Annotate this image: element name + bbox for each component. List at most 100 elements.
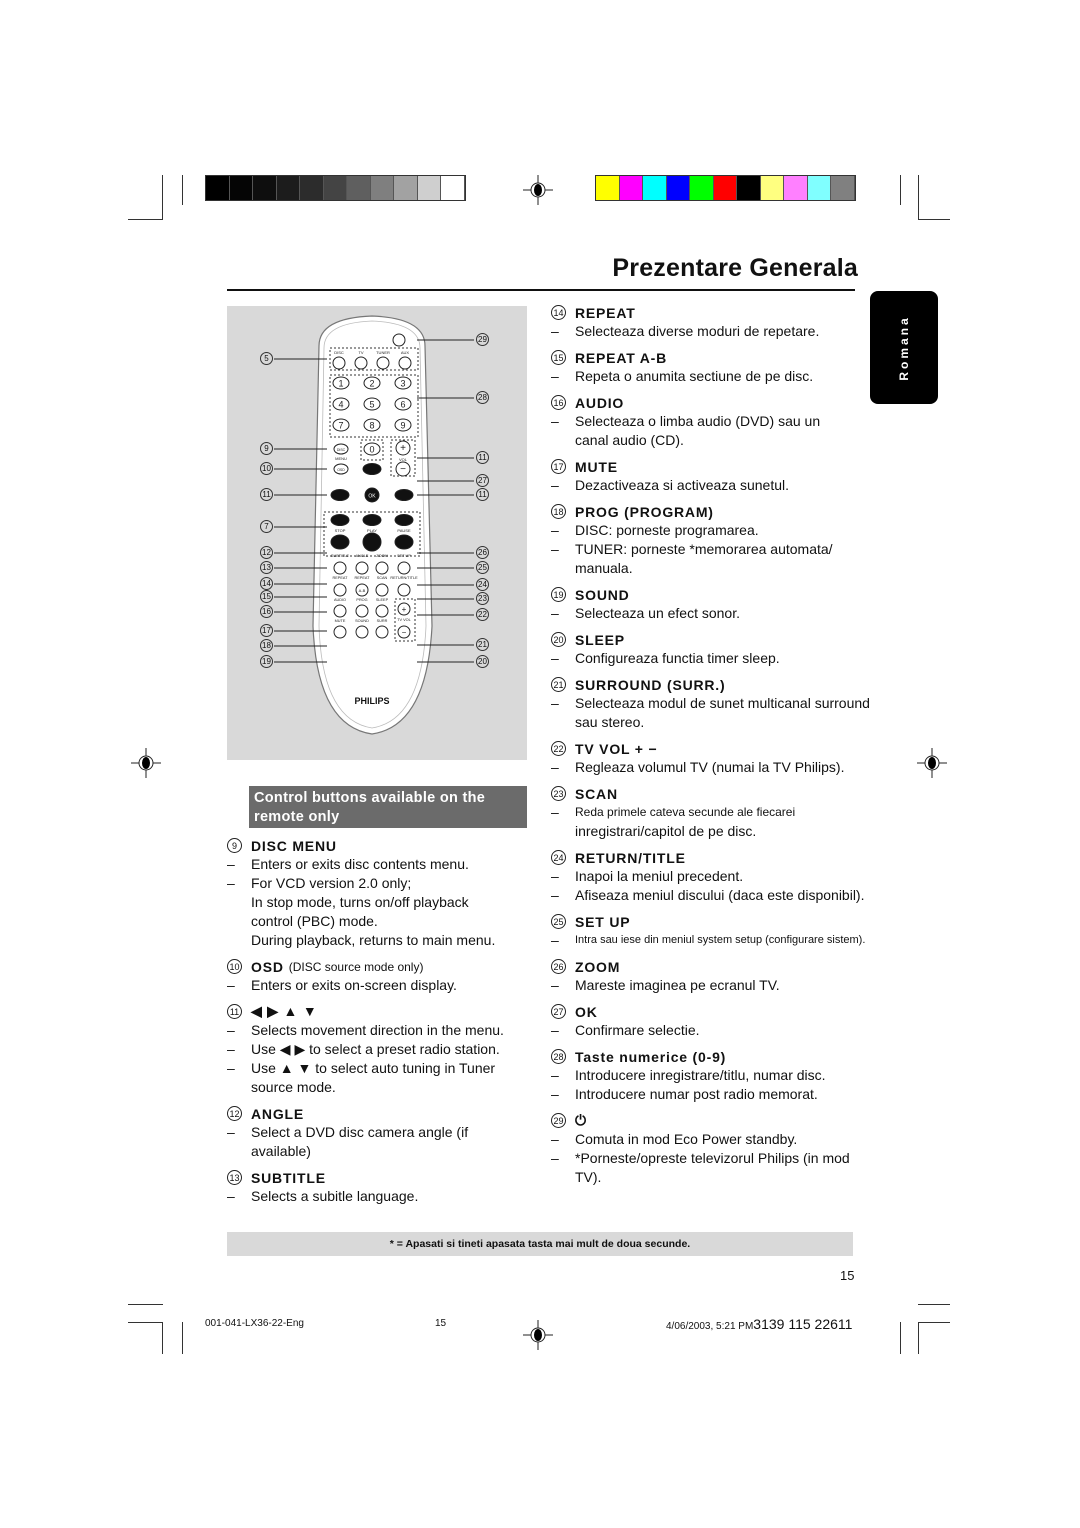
color-swatch: [760, 176, 784, 200]
source-label: TV: [358, 350, 363, 355]
source-label: DISC: [334, 350, 344, 355]
callout-number: 9: [260, 442, 273, 455]
crop-mark: [128, 1304, 163, 1305]
bullet-line: – Enters or exits on-screen display.: [227, 976, 527, 995]
bullet-text: Comuta in mod Eco Power standby.: [575, 1131, 798, 1147]
item-number-badge: 19: [551, 587, 566, 602]
function-button: [355, 561, 369, 575]
bullet-line: – For VCD version 2.0 only;: [227, 874, 527, 893]
bullet-line: – Introducere numar post radio memorat.: [551, 1085, 911, 1104]
crop-mark: [918, 175, 919, 220]
bullet-text: Use ◀ ▶ to select a preset radio station…: [251, 1041, 500, 1057]
callout-number: 21: [476, 638, 489, 651]
transport-label: PAUSE: [397, 528, 411, 533]
vol-label: VOL: [399, 457, 408, 462]
digit-label: 4: [338, 400, 343, 410]
description-item: 18 PROG (PROGRAM) – DISC: porneste programa…: [551, 502, 911, 578]
function-button: [375, 604, 389, 618]
item-number-badge: 20: [551, 632, 566, 647]
source-button: [398, 356, 412, 370]
color-swatch: [596, 176, 620, 200]
digit-label: 7: [338, 421, 343, 431]
bullet-text: Reda primele cateva secunde ale fiecarei: [575, 805, 796, 819]
item-number-badge: 9: [227, 838, 242, 853]
item-title: REPEAT: [575, 304, 636, 321]
bullet-line: – Confirmare selectie.: [551, 1021, 911, 1040]
dash-bullet: –: [551, 1150, 559, 1166]
bullet-line: – Enters or exits disc contents menu.: [227, 855, 527, 874]
description-item: 14 REPEAT – Selecteaza diverse moduri de re…: [551, 303, 911, 341]
minus-icon: −: [400, 464, 406, 475]
item-number-badge: 15: [551, 350, 566, 365]
prev-button: [330, 514, 350, 526]
color-swatch: [831, 176, 855, 200]
stop-button: [330, 534, 350, 550]
item-subtitle: (DISC source mode only): [288, 959, 424, 974]
button-label: SET UP: [397, 554, 411, 558]
bullet-line: – TUNER: porneste *memorarea automata/: [551, 540, 911, 559]
bullet-text: Selecteaza o limba audio (DVD) sau un: [575, 413, 821, 429]
dash-bullet: –: [227, 1060, 235, 1076]
item-title: SET UP: [575, 913, 631, 930]
callout-number: 18: [260, 639, 273, 652]
bullet-text: Intra sau iese din meniul system setup (…: [575, 934, 866, 946]
item-number-badge: 24: [551, 850, 566, 865]
item-title: SUBTITLE: [251, 1169, 326, 1186]
function-button: [375, 583, 389, 597]
description-item: 11 ◀ ▶ ▲ ▼ – Selects movement direction in …: [227, 1002, 527, 1097]
description-item: 16 AUDIO – Selecteaza o limba audio (DVD) s…: [551, 393, 911, 450]
callout-number: 5: [260, 352, 273, 365]
bullet-line: – Selecteaza un efect sonor.: [551, 604, 911, 623]
button-label: SCAN: [377, 576, 388, 580]
callout-number: 11: [260, 488, 273, 501]
item-heading: 11 ◀ ▶ ▲ ▼: [227, 1002, 527, 1021]
power-button-icon: [392, 333, 406, 347]
left-description-column: 9 DISC MENU – Enters or exits disc contents…: [227, 836, 527, 1213]
item-heading: 25 SET UP: [551, 912, 911, 931]
up-button: [362, 463, 382, 475]
callout-number: 11: [476, 488, 489, 501]
digit-label: 8: [369, 421, 374, 431]
button-label: MUTE: [335, 619, 346, 623]
tv-vol-label: TV VOL: [397, 618, 411, 622]
function-button: [375, 625, 389, 639]
description-item: 23 SCAN – Reda primele cateva secunde ale f…: [551, 784, 911, 841]
function-button: [397, 583, 411, 597]
bullet-text: Selects movement direction in the menu.: [251, 1022, 504, 1038]
bullet-line: – Comuta in mod Eco Power standby.: [551, 1130, 911, 1149]
right-button: [394, 489, 414, 501]
bullet-text: Introducere inregistrare/titlu, numar di…: [575, 1067, 826, 1083]
description-item: 22 TV VOL + − – Regleaza volumul TV (numai …: [551, 739, 911, 777]
callout-number: 25: [476, 561, 489, 574]
item-number-badge: 16: [551, 395, 566, 410]
continuation-line: TV).: [575, 1169, 602, 1185]
item-heading: 9 DISC MENU: [227, 836, 527, 855]
remote-only-callout: Control buttons available on the remote …: [249, 786, 527, 828]
description-item: 17 MUTE – Dezactiveaza si activeaza sunetul…: [551, 457, 911, 495]
bullet-line: – Use ▲ ▼ to select auto tuning in Tuner: [227, 1059, 527, 1078]
color-swatch: [276, 176, 300, 200]
bullet-text: Dezactiveaza si activeaza sunetul.: [575, 477, 789, 493]
bullet-text: Use ▲ ▼ to select auto tuning in Tuner: [251, 1060, 496, 1076]
crop-mark: [900, 175, 901, 205]
grayscale-calibration-bar: [205, 175, 466, 201]
footer-date-text: 4/06/2003, 5:21 PM: [666, 1321, 754, 1332]
callout-number: 23: [476, 592, 489, 605]
bullet-text: DISC: porneste programarea.: [575, 522, 759, 538]
bullet-line: – Regleaza volumul TV (numai la TV Philip…: [551, 758, 911, 777]
source-label: TUNER: [376, 350, 390, 355]
digit-label: 3: [400, 379, 405, 389]
dash-bullet: –: [551, 977, 559, 993]
dash-bullet: –: [227, 1124, 235, 1140]
bullet-text: Enters or exits disc contents menu.: [251, 856, 469, 872]
bullet-text: Selects a subitle language.: [251, 1188, 419, 1204]
bullet-text: Selecteaza modul de sunet multicanal sur…: [575, 695, 870, 711]
item-number-badge: 21: [551, 677, 566, 692]
remote-illustration-panel: DISC TV TUNER AUX 1 2 3 4 5 6 7 8 9 0 DISC MENU OSD + VOL −…: [227, 306, 527, 760]
button-label: ZOOM: [376, 554, 387, 558]
bullet-text: Enters or exits on-screen display.: [251, 977, 457, 993]
dash-bullet: –: [551, 695, 559, 711]
color-swatch: [300, 176, 324, 200]
callout-number: 17: [260, 624, 273, 637]
plus-icon: +: [402, 605, 407, 614]
